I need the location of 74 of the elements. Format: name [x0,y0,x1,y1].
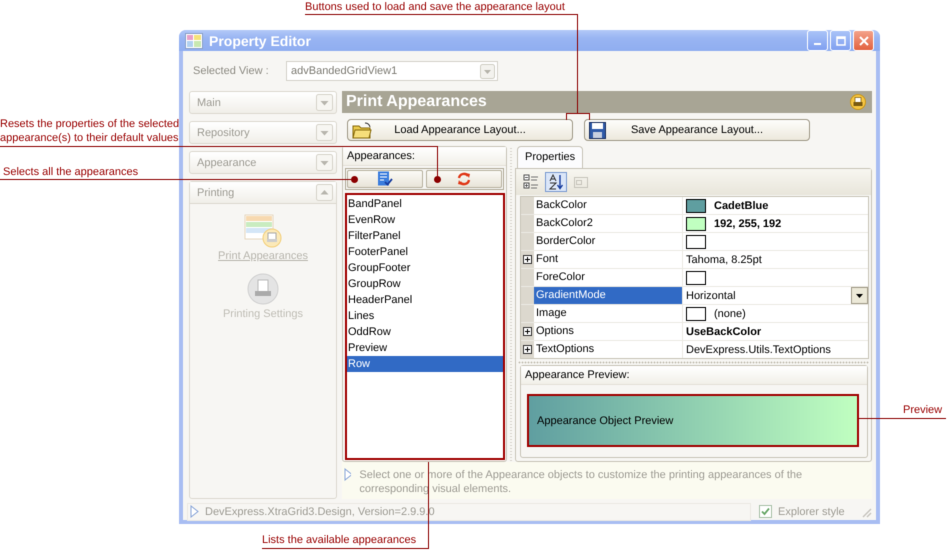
expand-icon[interactable] [523,255,532,264]
callout-text: Preview [903,403,942,417]
callout-text: Resets the properties of the selected appearance(s) to their default values [0,117,180,145]
expand-icon[interactable] [523,327,532,336]
property-value: DevExpress.Utils.TextOptions [686,344,831,356]
list-item[interactable]: GroupRow [347,276,503,292]
sort-button[interactable] [545,172,567,192]
property-name[interactable]: GradientMode [534,287,683,304]
close-icon [858,36,868,46]
page-title: Print Appearances [346,93,487,111]
list-item[interactable]: FilterPanel [347,228,503,244]
minimize-icon [814,42,821,44]
list-item[interactable]: OddRow [347,324,503,340]
window-title: Property Editor [209,32,312,48]
list-item[interactable]: Row [347,356,503,372]
list-item[interactable]: FooterPanel [347,244,503,260]
property-name[interactable]: BorderColor [534,233,683,250]
appearance-preview: Appearance Object Preview [527,394,859,447]
list-item[interactable]: GroupFooter [347,260,503,276]
triangle-icon [190,505,199,518]
property-name[interactable]: Options [534,323,683,340]
nav-group-label: Main [197,96,221,108]
list-item[interactable]: HeaderPanel [347,292,503,308]
sort-icon [548,174,564,190]
maximize-icon [836,36,846,46]
property-name[interactable]: Image [534,305,683,322]
maximize-button[interactable] [830,30,851,51]
property-name[interactable]: BackColor2 [534,215,683,232]
table-printer-icon [242,214,283,248]
list-item[interactable]: Lines [347,308,503,324]
property-value: Tahoma, 8.25pt [686,254,762,266]
folder-icon [352,122,372,138]
reset-button[interactable] [426,170,502,188]
panel-header: Appearance Preview: [521,366,867,385]
panel-header: Appearances: [343,147,506,166]
property-name[interactable]: Font [534,251,683,268]
property-value: UseBackColor [686,326,762,338]
properties-tab[interactable]: Properties [517,146,584,168]
close-button[interactable] [853,30,874,51]
dropdown-icon [480,64,495,78]
callout-text: Buttons used to load and save the appearance layout [305,0,565,14]
nav-group-label: Printing [197,186,234,198]
list-item[interactable]: Preview [347,340,503,356]
selected-view-label: Selected View : [193,65,270,77]
list-item[interactable]: EvenRow [347,212,503,228]
checklist-icon [377,171,393,187]
save-layout-button[interactable]: Save Appearance Layout... [584,119,810,141]
select-all-button[interactable] [347,170,423,188]
property-value: Horizontal [686,290,736,302]
categorized-icon [523,174,539,190]
property-value: CadetBlue [714,200,768,212]
callout-text: Lists the available appearances [262,533,416,547]
expand-icon[interactable] [523,345,532,354]
printer-icon [246,272,280,306]
property-name[interactable]: ForeColor [534,269,683,286]
resize-grip-icon [860,506,872,518]
app-icon [185,32,203,48]
nav-group-label: Appearance [197,156,256,168]
triangle-icon [344,468,352,481]
selected-view-combo[interactable]: advBandedGridView1 [286,61,498,81]
property-name[interactable]: TextOptions [534,341,683,358]
dropdown-button[interactable] [851,287,868,304]
property-name[interactable]: BackColor [534,197,683,214]
property-value: 192, 255, 192 [714,218,782,230]
caret-icon [856,294,863,298]
list-item[interactable]: BandPanel [347,196,503,212]
load-layout-button[interactable]: Load Appearance Layout... [347,119,573,141]
property-value: (none) [714,308,746,320]
refresh-icon [456,171,472,187]
minimize-button[interactable] [807,30,828,51]
property-pages-icon [573,174,589,190]
nav-group-label: Repository [197,126,250,138]
callout-text: Selects all the appearances [3,165,138,179]
printer-icon [850,94,866,110]
